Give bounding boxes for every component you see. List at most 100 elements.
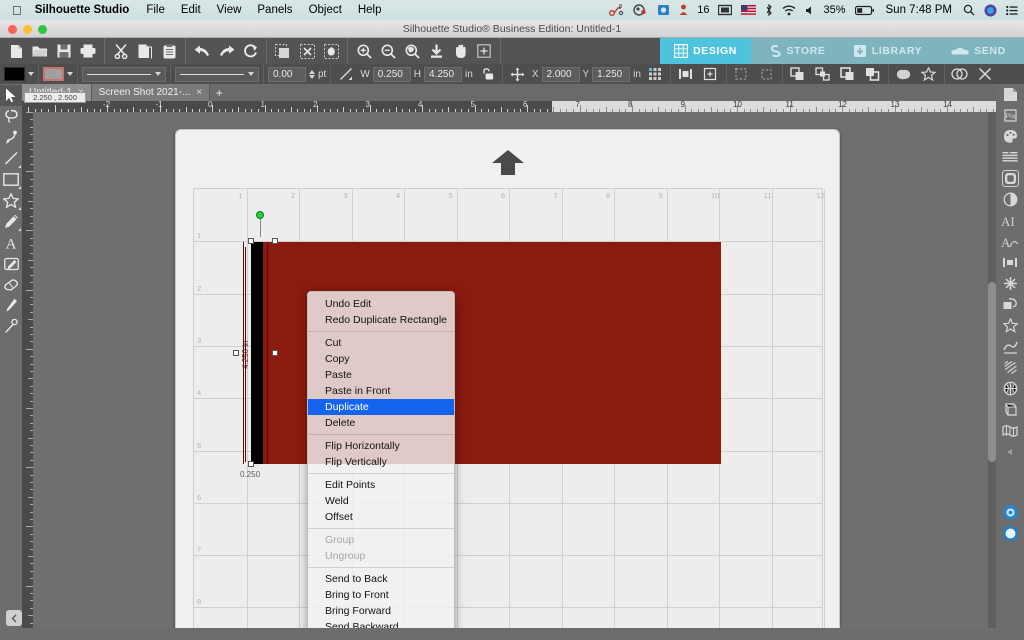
select-all-button[interactable] xyxy=(271,40,295,62)
panel-replicate[interactable] xyxy=(996,273,1024,294)
menu-item-delete[interactable]: Delete xyxy=(308,415,454,431)
select-tool[interactable] xyxy=(0,85,22,106)
refresh-button[interactable] xyxy=(238,40,262,62)
polygon-tool[interactable] xyxy=(0,190,22,211)
menu-panels[interactable]: Panels xyxy=(257,4,292,16)
panel-pixscan[interactable]: Pix xyxy=(996,105,1024,126)
context-menu[interactable]: Undo Edit Redo Duplicate Rectangle Cut Copy… xyxy=(307,291,455,628)
menu-item-paste-in-front[interactable]: Paste in Front xyxy=(308,383,454,399)
open-button[interactable] xyxy=(28,40,52,62)
panel-sketch[interactable] xyxy=(996,357,1024,378)
panel-design-page[interactable] xyxy=(996,126,1024,147)
release-compound-icon[interactable] xyxy=(862,65,884,83)
zoom-in-button[interactable] xyxy=(352,40,376,62)
point-edit-tool[interactable] xyxy=(0,127,22,148)
width-input[interactable]: 0.250 xyxy=(372,66,411,82)
eraser-tool[interactable] xyxy=(0,274,22,295)
eyedropper-tool[interactable] xyxy=(0,316,22,337)
user-count-icon[interactable] xyxy=(679,4,688,16)
line-color-swatch[interactable] xyxy=(43,67,64,81)
y-input[interactable]: 1.250 xyxy=(592,66,631,82)
close-icon[interactable]: × xyxy=(196,87,202,98)
screenshot-icon[interactable] xyxy=(657,4,670,16)
menu-edit[interactable]: Edit xyxy=(181,4,201,16)
battery-icon[interactable] xyxy=(854,5,875,16)
deselect-all-button[interactable] xyxy=(295,40,319,62)
fill-color-swatch[interactable] xyxy=(4,67,25,81)
height-input[interactable]: 4.250 xyxy=(424,66,463,82)
panel-text-style[interactable]: AI xyxy=(996,210,1024,231)
mode-design[interactable]: DESIGN xyxy=(660,38,751,64)
menu-item-flip-vertically[interactable]: Flip Vertically xyxy=(308,454,454,470)
align-icon[interactable] xyxy=(675,65,697,83)
mode-library[interactable]: LIBRARY xyxy=(842,38,933,64)
eyeball-icon[interactable] xyxy=(633,4,648,16)
menu-item-bring-forward[interactable]: Bring Forward xyxy=(308,603,454,619)
menu-view[interactable]: View xyxy=(217,4,242,16)
diagonal-line-icon[interactable] xyxy=(335,65,357,83)
panel-collapse[interactable] xyxy=(996,441,1024,462)
panel-page-setup[interactable] xyxy=(996,84,1024,105)
cut-button[interactable] xyxy=(109,40,133,62)
panel-modify[interactable] xyxy=(996,294,1024,315)
mode-store[interactable]: STORE xyxy=(751,38,842,64)
offset-star-icon[interactable] xyxy=(918,65,940,83)
vertical-scrollbar[interactable] xyxy=(988,112,996,628)
menu-item-bring-to-front[interactable]: Bring to Front xyxy=(308,587,454,603)
rectangle-tool[interactable] xyxy=(0,169,22,190)
move-crosshair-icon[interactable] xyxy=(507,65,529,83)
menu-file[interactable]: File xyxy=(146,4,165,16)
menu-item-send-backward[interactable]: Send Backward xyxy=(308,619,454,629)
ungroup-icon[interactable] xyxy=(812,65,834,83)
rectangle-inner-band[interactable] xyxy=(251,242,263,464)
rotation-handle-icon[interactable] xyxy=(256,211,264,219)
select-same-button[interactable] xyxy=(319,40,343,62)
modify-shapes-icon[interactable] xyxy=(949,65,971,83)
minimize-window-button[interactable] xyxy=(23,25,32,34)
note-tool[interactable] xyxy=(0,253,22,274)
lasso-tool[interactable] xyxy=(0,106,22,127)
bluetooth-icon[interactable] xyxy=(765,4,773,16)
design-canvas[interactable]: 1 2 3 4 5 6 7 8 9 10 11 12 1 2 3 4 5 6 7 8 4.250 in 0.250 xyxy=(33,112,996,628)
line-width-stepper[interactable] xyxy=(309,69,315,79)
menu-item-weld[interactable]: Weld xyxy=(308,493,454,509)
menu-item-undo-edit[interactable]: Undo Edit xyxy=(308,296,454,312)
rotate-icon[interactable] xyxy=(731,65,753,83)
paste-button[interactable] xyxy=(157,40,181,62)
undo-button[interactable] xyxy=(190,40,214,62)
panel-print-bleed[interactable] xyxy=(996,420,1024,441)
chevron-down-icon[interactable] xyxy=(28,72,34,76)
draw-tool[interactable] xyxy=(0,211,22,232)
menu-item-send-to-back[interactable]: Send to Back xyxy=(308,571,454,587)
vertical-scrollbar-thumb[interactable] xyxy=(988,282,996,462)
open-lock-icon[interactable] xyxy=(476,65,498,83)
x-input[interactable]: 2.000 xyxy=(541,66,580,82)
vertical-ruler[interactable] xyxy=(22,112,33,628)
line-style-dropdown[interactable] xyxy=(82,66,166,82)
compound-path-icon[interactable] xyxy=(837,65,859,83)
menu-item-flip-horizontally[interactable]: Flip Horizontally xyxy=(308,438,454,454)
panel-align[interactable] xyxy=(996,252,1024,273)
close-window-button[interactable] xyxy=(8,25,17,34)
apple-logo-icon[interactable]:  xyxy=(12,4,22,17)
group-icon[interactable] xyxy=(787,65,809,83)
siri-icon[interactable] xyxy=(984,4,997,17)
horizontal-ruler[interactable]: -2 -1 0 1 2 3 4 5 6 7 8 9 10 11 12 13 14 xyxy=(22,101,1024,112)
zoom-out-button[interactable] xyxy=(376,40,400,62)
line-width-input[interactable]: 0.00 xyxy=(268,66,306,82)
line-tool[interactable] xyxy=(0,148,22,169)
doc-tab-screen-shot[interactable]: Screen Shot 2021-... × xyxy=(91,84,211,101)
panel-fill[interactable] xyxy=(996,168,1024,189)
text-tool[interactable]: A xyxy=(0,232,22,253)
menu-item-copy[interactable]: Copy xyxy=(308,351,454,367)
panel-text-on-path[interactable]: A xyxy=(996,231,1024,252)
resize-handle-top-right[interactable] xyxy=(272,238,278,244)
menu-item-edit-points[interactable]: Edit Points xyxy=(308,477,454,493)
new-document-button[interactable] xyxy=(4,40,28,62)
zoom-region-icon[interactable] xyxy=(400,40,424,62)
zoom-slider-handle[interactable] xyxy=(6,610,22,626)
knife-tool[interactable] xyxy=(0,295,22,316)
resize-handle-bottom-left[interactable] xyxy=(248,461,254,467)
redo-button[interactable] xyxy=(214,40,238,62)
fit-window-icon[interactable] xyxy=(472,40,496,62)
